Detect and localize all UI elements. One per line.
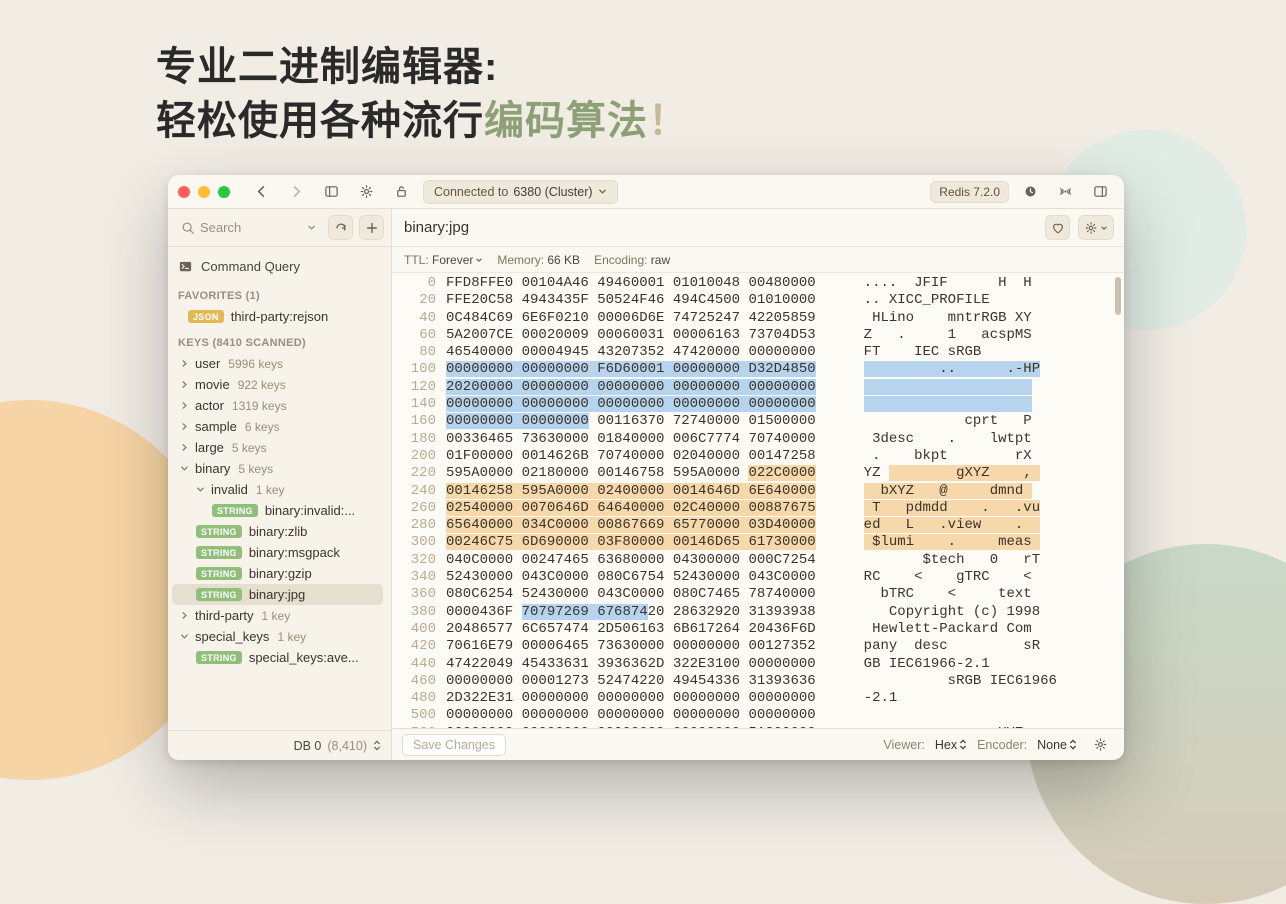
key-group[interactable]: invalid 1 key (172, 479, 383, 500)
minimize-window[interactable] (198, 186, 210, 198)
type-tag: STRING (196, 651, 242, 664)
key-item[interactable]: STRING binary:jpg (172, 584, 383, 605)
key-name: binary:invalid:... (265, 503, 355, 518)
key-group[interactable]: special_keys 1 key (172, 626, 383, 647)
key-name: third-party:rejson (231, 309, 329, 324)
key-group[interactable]: actor 1319 keys (172, 395, 383, 416)
zoom-window[interactable] (218, 186, 230, 198)
footer-bar: Save Changes Viewer: Hex Encoder: None (392, 728, 1124, 760)
key-item[interactable]: STRING binary:invalid:... (172, 500, 383, 521)
chevron-down-icon (1100, 224, 1108, 232)
ttl-select[interactable]: Forever (432, 253, 483, 267)
chevron-down-icon (598, 187, 607, 196)
group-name: third-party (195, 608, 254, 623)
lock-icon[interactable] (388, 181, 415, 202)
key-count: 1 key (256, 483, 285, 497)
group-name: sample (195, 419, 237, 434)
key-name: binary:msgpack (249, 545, 340, 560)
key-name: special_keys:ave... (249, 650, 359, 665)
main-panel: binary:jpg TTL: Forever Memory: 66 KB En… (392, 209, 1124, 760)
close-window[interactable] (178, 186, 190, 198)
key-name: binary:jpg (249, 587, 305, 602)
key-group[interactable]: binary 5 keys (172, 458, 383, 479)
keys-header: KEYS (8410 SCANNED) (168, 327, 387, 353)
scrollbar-thumb[interactable] (1115, 277, 1121, 315)
group-name: special_keys (195, 629, 269, 644)
signal-icon[interactable] (1052, 181, 1079, 202)
key-count: 922 keys (238, 378, 286, 392)
key-count: 5996 keys (228, 357, 283, 371)
key-item[interactable]: STRING binary:zlib (172, 521, 383, 542)
key-group[interactable]: user 5996 keys (172, 353, 383, 374)
key-settings-button[interactable] (1078, 215, 1114, 240)
search-placeholder: Search (200, 220, 241, 235)
group-name: actor (195, 398, 224, 413)
key-group[interactable]: movie 922 keys (172, 374, 383, 395)
group-name: binary (195, 461, 230, 476)
refresh-button[interactable] (328, 215, 353, 240)
key-item[interactable]: STRING binary:gzip (172, 563, 383, 584)
add-button[interactable] (359, 215, 384, 240)
type-tag: STRING (196, 525, 242, 538)
key-item[interactable]: STRING special_keys:ave... (172, 647, 383, 668)
group-name: invalid (211, 482, 248, 497)
chevron-down-icon (307, 223, 316, 232)
headline-line2: 轻松使用各种流行编码算法！ (156, 94, 689, 148)
viewer-select[interactable]: Hex (935, 738, 967, 752)
page-headline: 专业二进制编辑器: 轻松使用各种流行编码算法！ (156, 40, 689, 148)
group-name: user (195, 356, 220, 371)
sidebar: Search Command Query FAVORITES (1) JSON … (168, 209, 392, 760)
titlebar: Connected to 6380 (Cluster) Redis 7.2.0 (168, 175, 1124, 209)
key-group[interactable]: third-party 1 key (172, 605, 383, 626)
search-icon (181, 221, 195, 235)
type-tag: STRING (212, 504, 258, 517)
headline-line1: 专业二进制编辑器: (156, 40, 689, 94)
key-name: binary:gzip (249, 566, 312, 581)
window-controls (178, 186, 230, 198)
connection-value: 6380 (Cluster) (513, 185, 592, 199)
key-count: 5 keys (238, 462, 273, 476)
key-group[interactable]: sample 6 keys (172, 416, 383, 437)
search-input[interactable]: Search (175, 217, 322, 238)
save-changes-button[interactable]: Save Changes (402, 734, 506, 756)
group-name: movie (195, 377, 230, 392)
group-name: large (195, 440, 224, 455)
connection-label: Connected to (434, 185, 508, 199)
favorite-item[interactable]: JSON third-party:rejson (172, 306, 383, 327)
type-tag: STRING (196, 588, 242, 601)
hex-viewer[interactable]: 0FFD8FFE0 00104A46 49460001 01010048 004… (392, 273, 1124, 728)
key-count: 1 key (262, 609, 291, 623)
key-count: 1 key (277, 630, 306, 644)
command-query[interactable]: Command Query (168, 253, 387, 280)
key-count: 5 keys (232, 441, 267, 455)
connection-selector[interactable]: Connected to 6380 (Cluster) (423, 180, 618, 204)
favorites-header: FAVORITES (1) (168, 280, 387, 306)
type-tag: JSON (188, 310, 224, 323)
gear-icon[interactable] (353, 181, 380, 202)
key-count: 1319 keys (232, 399, 287, 413)
type-tag: STRING (196, 546, 242, 559)
key-count: 6 keys (245, 420, 280, 434)
clock-icon[interactable] (1017, 181, 1044, 202)
terminal-icon (178, 259, 193, 274)
key-title: binary:jpg (402, 219, 1037, 236)
viewer-gear-icon[interactable] (1087, 734, 1114, 755)
key-item[interactable]: STRING binary:msgpack (172, 542, 383, 563)
key-name: binary:zlib (249, 524, 308, 539)
type-tag: STRING (196, 567, 242, 580)
db-selector[interactable]: DB 0 (8,410) (168, 730, 391, 760)
stepper-icon (373, 740, 381, 751)
key-group[interactable]: large 5 keys (172, 437, 383, 458)
favorite-button[interactable] (1045, 215, 1070, 240)
key-metadata: TTL: Forever Memory: 66 KB Encoding: raw (392, 247, 1124, 273)
encoder-select[interactable]: None (1037, 738, 1077, 752)
redis-version-badge: Redis 7.2.0 (930, 181, 1009, 203)
nav-forward-button[interactable] (283, 181, 310, 202)
app-window: Connected to 6380 (Cluster) Redis 7.2.0 … (168, 175, 1124, 760)
nav-back-button[interactable] (248, 181, 275, 202)
sidebar-toggle-icon[interactable] (318, 181, 345, 202)
panel-right-icon[interactable] (1087, 181, 1114, 202)
command-query-label: Command Query (201, 259, 300, 274)
